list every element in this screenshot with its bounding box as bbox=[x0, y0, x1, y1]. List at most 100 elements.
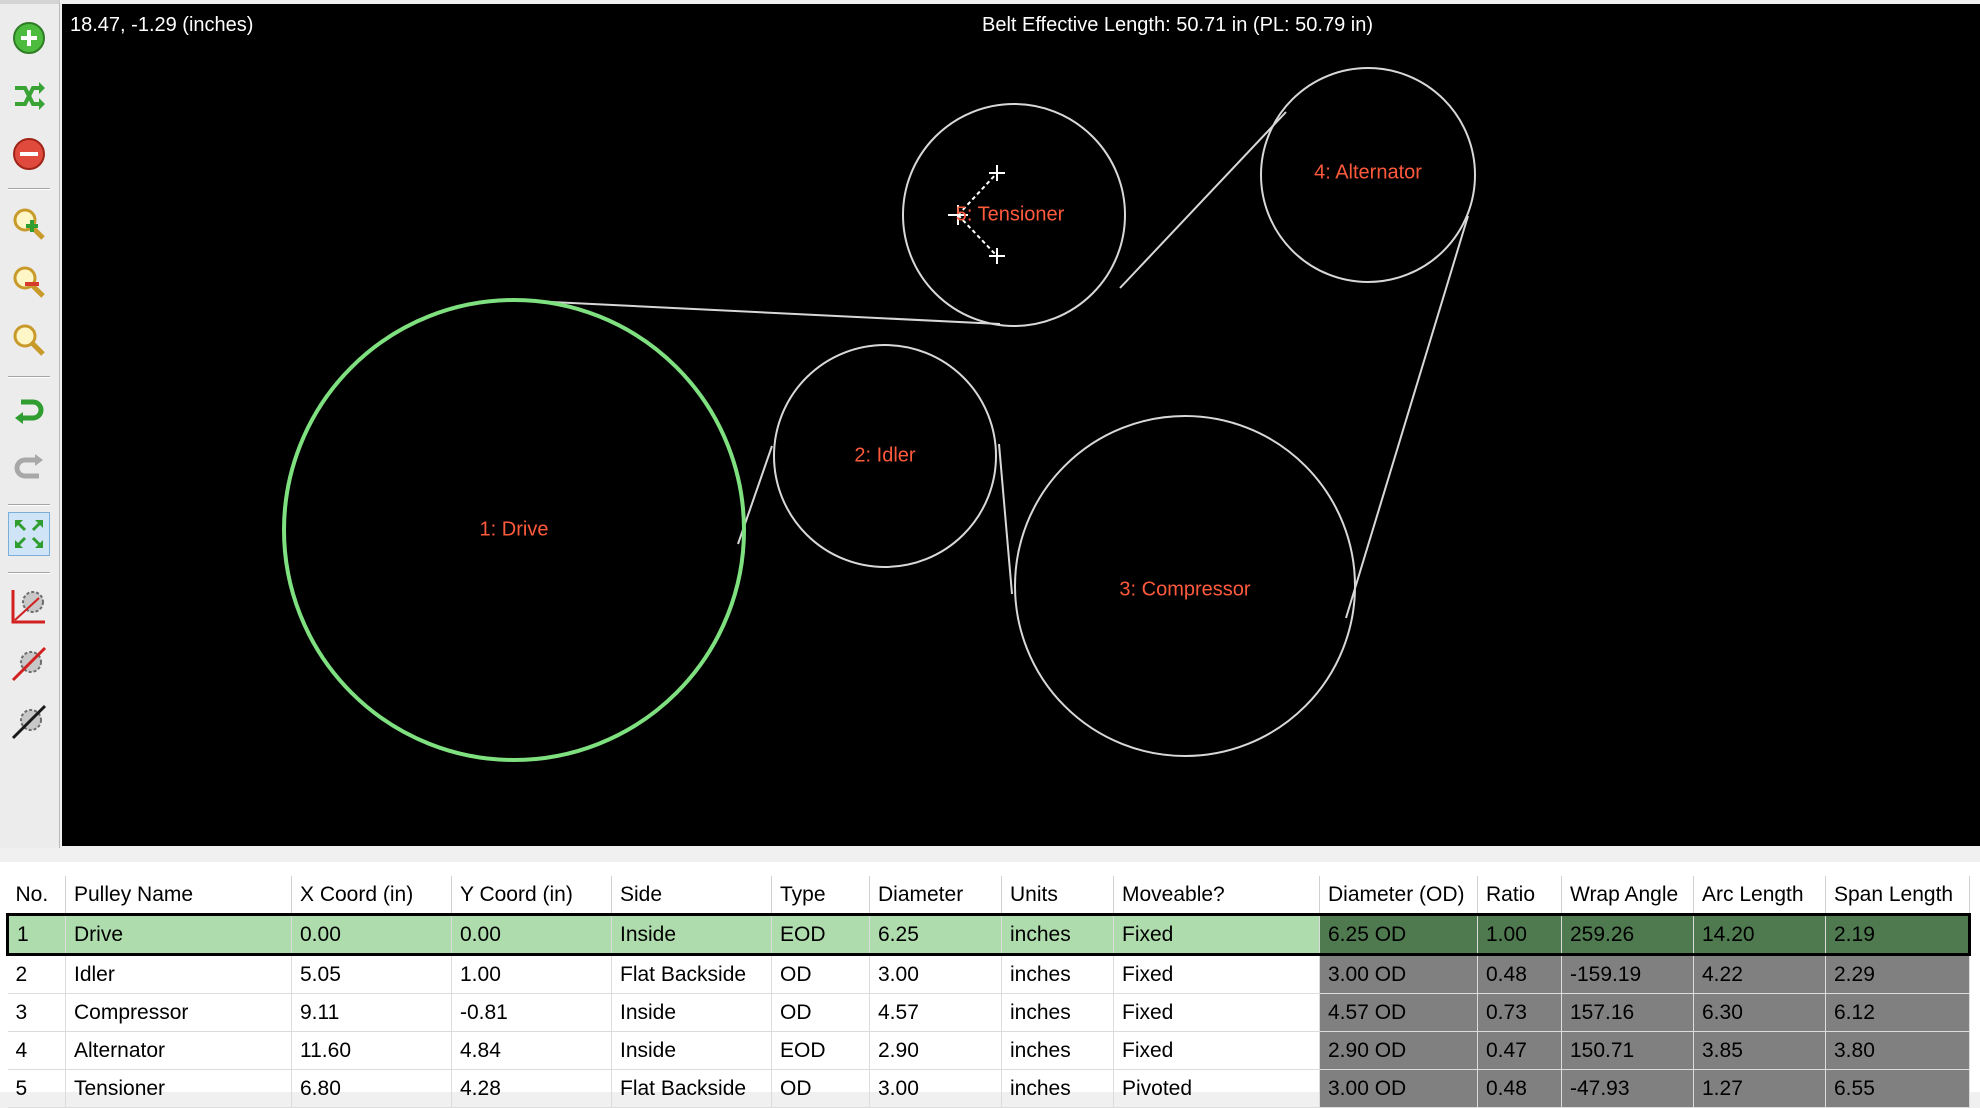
zoom-fit-button[interactable] bbox=[8, 318, 50, 362]
zoom-out-button[interactable] bbox=[8, 260, 50, 304]
cell-no[interactable]: 4 bbox=[7, 1031, 66, 1070]
column-header-no[interactable]: No. bbox=[7, 876, 66, 915]
cell-no[interactable]: 1 bbox=[6, 913, 66, 956]
cell-arc-length: 4.22 bbox=[1693, 954, 1826, 994]
column-header-arc-length[interactable]: Arc Length bbox=[1693, 876, 1826, 915]
add-pulley-icon bbox=[13, 22, 45, 54]
undo-icon bbox=[15, 399, 44, 424]
cell-y-coord[interactable]: 4.28 bbox=[451, 1069, 612, 1108]
cell-units[interactable]: inches bbox=[1001, 1069, 1114, 1108]
cell-x-coord[interactable]: 0.00 bbox=[291, 913, 452, 956]
table-row[interactable]: 5 Tensioner 6.80 4.28 Flat Backside OD 3.00 inc… bbox=[7, 1069, 1970, 1108]
cell-moveable[interactable]: Fixed bbox=[1113, 913, 1320, 956]
column-header-y-coord[interactable]: Y Coord (in) bbox=[451, 876, 612, 915]
zoom-in-button[interactable] bbox=[8, 202, 50, 246]
table-row[interactable]: 2 Idler 5.05 1.00 Flat Backside OD 3.00 inches F… bbox=[7, 954, 1970, 994]
zoom-in-icon bbox=[13, 208, 45, 240]
column-header-x-coord[interactable]: X Coord (in) bbox=[291, 876, 452, 915]
pulley-label-alternator: 4: Alternator bbox=[1314, 161, 1422, 184]
pulley-label-idler: 2: Idler bbox=[854, 444, 916, 467]
cell-diameter-od: 2.90 OD bbox=[1319, 1031, 1478, 1070]
toolbar bbox=[0, 0, 60, 848]
cell-diameter[interactable]: 4.57 bbox=[869, 993, 1002, 1032]
pulley-disabled-icon bbox=[11, 646, 47, 682]
cell-side[interactable]: Flat Backside bbox=[611, 954, 772, 994]
cell-type[interactable]: EOD bbox=[771, 1031, 870, 1070]
cell-type[interactable]: OD bbox=[771, 1069, 870, 1108]
cell-diameter-od: 3.00 OD bbox=[1319, 954, 1478, 994]
cell-pulley-name[interactable]: Tensioner bbox=[65, 1069, 292, 1108]
cell-moveable[interactable]: Fixed bbox=[1113, 1031, 1320, 1070]
table-row[interactable]: 1 Drive 0.00 0.00 Inside EOD 6.25 inches Fixed 6.… bbox=[6, 913, 1971, 956]
cell-pulley-name[interactable]: Compressor bbox=[65, 993, 292, 1032]
column-header-units[interactable]: Units bbox=[1001, 876, 1114, 915]
cell-diameter[interactable]: 2.90 bbox=[869, 1031, 1002, 1070]
cell-units[interactable]: inches bbox=[1001, 954, 1114, 994]
column-header-span-length[interactable]: Span Length bbox=[1825, 876, 1970, 915]
cell-y-coord[interactable]: 1.00 bbox=[451, 954, 612, 994]
pulley-graph-button[interactable] bbox=[8, 584, 50, 628]
column-header-type[interactable]: Type bbox=[771, 876, 870, 915]
cell-pulley-name[interactable]: Idler bbox=[65, 954, 292, 994]
add-pulley-button[interactable] bbox=[8, 16, 50, 60]
cell-diameter[interactable]: 3.00 bbox=[869, 1069, 1002, 1108]
cell-diameter-od: 6.25 OD bbox=[1319, 913, 1478, 956]
cell-x-coord[interactable]: 9.11 bbox=[291, 993, 452, 1032]
cell-x-coord[interactable]: 6.80 bbox=[291, 1069, 452, 1108]
column-header-diameter-od[interactable]: Diameter (OD) bbox=[1319, 876, 1478, 915]
cell-no[interactable]: 3 bbox=[7, 993, 66, 1032]
column-header-diameter[interactable]: Diameter bbox=[869, 876, 1002, 915]
cursor-coordinates: 18.47, -1.29 (inches) bbox=[70, 14, 254, 36]
cell-units[interactable]: inches bbox=[1001, 913, 1114, 956]
table-row[interactable]: 3 Compressor 9.11 -0.81 Inside OD 4.57 inches Fi… bbox=[7, 993, 1970, 1032]
belt-diagram-canvas[interactable]: 18.47, -1.29 (inches) Belt Effective Len… bbox=[62, 4, 1980, 846]
cell-span-length: 3.80 bbox=[1825, 1031, 1970, 1070]
column-header-pulley-name[interactable]: Pulley Name bbox=[65, 876, 292, 915]
column-header-side[interactable]: Side bbox=[611, 876, 772, 915]
pulley-disabled-button[interactable] bbox=[8, 642, 50, 686]
cell-no[interactable]: 2 bbox=[7, 954, 66, 994]
fit-view-button[interactable] bbox=[8, 512, 50, 556]
cell-no[interactable]: 5 bbox=[7, 1069, 66, 1108]
cell-pulley-name[interactable]: Drive bbox=[65, 913, 292, 956]
redo-button[interactable] bbox=[8, 448, 50, 492]
cell-span-length: 2.29 bbox=[1825, 954, 1970, 994]
cell-units[interactable]: inches bbox=[1001, 993, 1114, 1032]
pulley-label-drive: 1: Drive bbox=[479, 518, 549, 541]
cell-side[interactable]: Inside bbox=[611, 913, 772, 956]
cell-moveable[interactable]: Fixed bbox=[1113, 993, 1320, 1032]
column-header-moveable[interactable]: Moveable? bbox=[1113, 876, 1320, 915]
undo-button[interactable] bbox=[8, 390, 50, 434]
cell-moveable[interactable]: Pivoted bbox=[1113, 1069, 1320, 1108]
cell-x-coord[interactable]: 5.05 bbox=[291, 954, 452, 994]
cell-side[interactable]: Flat Backside bbox=[611, 1069, 772, 1108]
shuffle-button[interactable] bbox=[8, 74, 50, 118]
cell-side[interactable]: Inside bbox=[611, 993, 772, 1032]
remove-pulley-button[interactable] bbox=[8, 132, 50, 176]
cell-type[interactable]: EOD bbox=[771, 913, 870, 956]
cell-type[interactable]: OD bbox=[771, 993, 870, 1032]
cell-wrap-angle: 150.71 bbox=[1561, 1031, 1694, 1070]
cell-diameter[interactable]: 3.00 bbox=[869, 954, 1002, 994]
cell-side[interactable]: Inside bbox=[611, 1031, 772, 1070]
zoom-fit-icon bbox=[13, 324, 45, 356]
column-header-ratio[interactable]: Ratio bbox=[1477, 876, 1562, 915]
cell-moveable[interactable]: Fixed bbox=[1113, 954, 1320, 994]
cell-y-coord[interactable]: 4.84 bbox=[451, 1031, 612, 1070]
cell-arc-length: 1.27 bbox=[1693, 1069, 1826, 1108]
cell-ratio: 0.48 bbox=[1477, 954, 1562, 994]
column-header-wrap-angle[interactable]: Wrap Angle bbox=[1561, 876, 1694, 915]
cell-y-coord[interactable]: -0.81 bbox=[451, 993, 612, 1032]
cell-units[interactable]: inches bbox=[1001, 1031, 1114, 1070]
cell-pulley-name[interactable]: Alternator bbox=[65, 1031, 292, 1070]
cell-span-length: 6.12 bbox=[1825, 993, 1970, 1032]
cell-type[interactable]: OD bbox=[771, 954, 870, 994]
pulley-tool-button[interactable] bbox=[8, 700, 50, 744]
cell-y-coord[interactable]: 0.00 bbox=[451, 913, 612, 956]
table-row[interactable]: 4 Alternator 11.60 4.84 Inside EOD 2.90 inches F… bbox=[7, 1031, 1970, 1070]
cell-diameter[interactable]: 6.25 bbox=[869, 913, 1002, 956]
fit-view-icon bbox=[15, 520, 43, 548]
cell-x-coord[interactable]: 11.60 bbox=[291, 1031, 452, 1070]
belt-span bbox=[998, 443, 1013, 595]
shuffle-icon bbox=[15, 82, 45, 110]
